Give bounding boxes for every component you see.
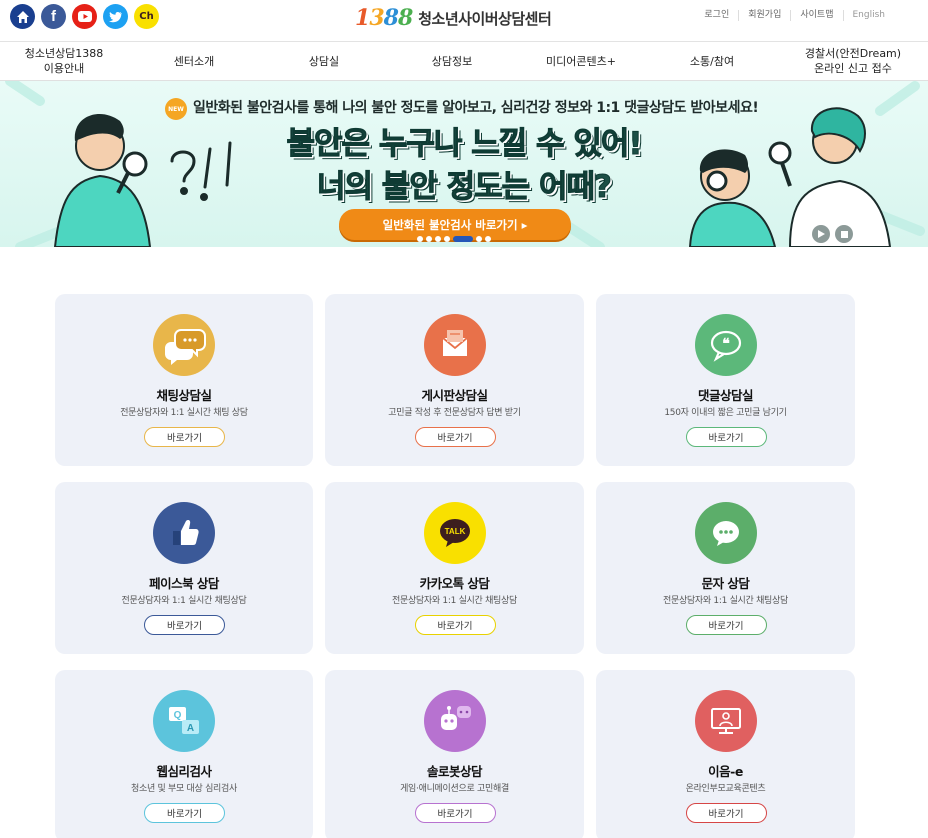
slide-indicator [417, 236, 491, 242]
nav-item-police-report[interactable]: 경찰서(안전Dream) 온라인 신고 접수 [778, 42, 928, 80]
card-description: 온라인부모교육콘텐츠 [685, 784, 766, 794]
card-sms-counseling: 문자 상담 전문상담자와 1:1 실시간 채팅상담 바로가기 [596, 482, 855, 654]
main-banner[interactable]: NEW 일반화된 불안검사를 통해 나의 불안 정도를 알아보고, 심리건강 정… [0, 81, 928, 247]
web-psych-test-button[interactable]: 바로가기 [144, 803, 225, 823]
slide-dot[interactable] [435, 236, 441, 242]
nav-item-about[interactable]: 센터소개 [128, 42, 260, 80]
card-chat-counseling: 채팅상담실 전문상담자와 1:1 실시간 채팅 상담 바로가기 [55, 294, 313, 466]
ieum-e-button[interactable]: 바로가기 [685, 803, 767, 823]
slide-dot[interactable] [476, 236, 482, 242]
card-title: 댓글상담실 [697, 388, 754, 403]
slide-dot-active[interactable] [453, 236, 473, 242]
nav-item-guide[interactable]: 청소년상담1388 이용안내 [0, 42, 128, 80]
qa-bubble-icon: Q A [153, 690, 215, 752]
sitemap-link[interactable]: 사이트맵 [791, 10, 844, 21]
robot-icon [423, 690, 486, 752]
svg-text:TALK: TALK [444, 527, 465, 536]
youtube-icon[interactable] [72, 4, 97, 29]
card-web-psych-test: Q A 웹심리검사 청소년 및 부모 대상 심리검사 바로가기 [55, 670, 313, 838]
social-links: f Ch [10, 4, 159, 29]
logo-1388: 1388 [355, 5, 413, 31]
card-solobot-counseling: 솔로봇상담 게임·애니메이션으로 고민해결 바로가기 [325, 670, 584, 838]
card-description: 청소년 및 부모 대상 심리검사 [130, 784, 237, 794]
solobot-counseling-button[interactable]: 바로가기 [414, 803, 496, 823]
card-description: 전문상담자와 1:1 실시간 채팅상담 [391, 596, 517, 606]
banner-subtitle: 일반화된 불안검사를 통해 나의 불안 정도를 알아보고, 심리건강 정보와 1… [193, 100, 759, 116]
slide-dot[interactable] [444, 236, 450, 242]
top-bar: f Ch 1388 청소년사이버상담센터 로그인 회원가입 사이트맵 Engli… [0, 0, 928, 42]
slide-dot[interactable] [485, 236, 491, 242]
nav-item-community[interactable]: 소통/참여 [646, 42, 778, 80]
envelope-icon [423, 314, 486, 376]
kakao-channel-icon[interactable]: Ch [134, 4, 159, 29]
kakao-talk-icon: TALK [423, 502, 486, 564]
nav-item-info[interactable]: 상담정보 [388, 42, 516, 80]
main-nav: 청소년상담1388 이용안내 센터소개 상담실 상담정보 미디어콘텐츠+ 소통/… [0, 42, 928, 81]
slide-dot[interactable] [417, 236, 423, 242]
quote-bubble-icon: ❝ [694, 314, 757, 376]
banner-headline-1: 불안은 누구나 느낄 수 있어! [286, 126, 643, 163]
svg-text:❝: ❝ [722, 336, 730, 352]
card-description: 전문상담자와 1:1 실시간 채팅 상담 [120, 408, 248, 418]
card-description: 전문상담자와 1:1 실시간 채팅상담 [662, 596, 788, 606]
card-title: 카카오톡 상담 [419, 576, 490, 591]
site-name: 청소년사이버상담센터 [418, 9, 552, 28]
site-logo[interactable]: 1388 청소년사이버상담센터 [355, 3, 552, 33]
card-board-counseling: 게시판상담실 고민글 작성 후 전문상담자 답변 받기 바로가기 [325, 294, 584, 466]
card-description: 게임·애니메이션으로 고민해결 [400, 784, 509, 794]
stop-icon[interactable] [835, 225, 853, 243]
utility-links: 로그인 회원가입 사이트맵 English [695, 10, 894, 21]
slide-dot[interactable] [426, 236, 432, 242]
facebook-icon[interactable]: f [41, 4, 66, 29]
thumbs-up-icon [153, 502, 215, 564]
new-badge: NEW [165, 98, 187, 120]
nav-item-media[interactable]: 미디어콘텐츠+ [516, 42, 646, 80]
service-grid: 채팅상담실 전문상담자와 1:1 실시간 채팅 상담 바로가기 게시판상담실 고… [55, 294, 855, 838]
banner-headline-2: 너의 불안 정도는 어때? [316, 169, 612, 206]
home-icon[interactable] [10, 4, 35, 29]
kakaotalk-counseling-button[interactable]: 바로가기 [414, 615, 496, 635]
card-title: 페이스북 상담 [149, 576, 219, 591]
sms-counseling-button[interactable]: 바로가기 [685, 615, 767, 635]
card-facebook-counseling: 페이스북 상담 전문상담자와 1:1 실시간 채팅상담 바로가기 [55, 482, 313, 654]
svg-text:A: A [187, 723, 194, 734]
comment-counseling-button[interactable]: 바로가기 [685, 427, 767, 447]
chat-counseling-button[interactable]: 바로가기 [144, 427, 225, 447]
card-comment-counseling: ❝ 댓글상담실 150자 이내의 짧은 고민글 남기기 바로가기 [596, 294, 855, 466]
card-kakaotalk-counseling: TALK 카카오톡 상담 전문상담자와 1:1 실시간 채팅상담 바로가기 [325, 482, 584, 654]
card-title: 채팅상담실 [156, 388, 212, 403]
card-title: 솔로봇상담 [426, 764, 483, 779]
monitor-person-icon [694, 690, 757, 752]
card-title: 웹심리검사 [156, 764, 212, 779]
nav-item-counseling[interactable]: 상담실 [260, 42, 388, 80]
card-ieum-e: 이음-e 온라인부모교육콘텐츠 바로가기 [596, 670, 855, 838]
message-icon [694, 502, 757, 564]
svg-text:Q: Q [174, 710, 182, 721]
facebook-counseling-button[interactable]: 바로가기 [144, 615, 225, 635]
card-title: 게시판상담실 [421, 388, 488, 403]
play-icon[interactable] [812, 225, 830, 243]
english-link[interactable]: English [844, 10, 895, 21]
card-description: 전문상담자와 1:1 실시간 채팅상담 [121, 596, 247, 606]
card-title: 문자 상담 [701, 576, 750, 591]
chat-bubble-icon [153, 314, 215, 376]
twitter-icon[interactable] [103, 4, 128, 29]
card-description: 150자 이내의 짧은 고민글 남기기 [664, 408, 787, 418]
card-title: 이음-e [708, 764, 743, 779]
card-description: 고민글 작성 후 전문상담자 답변 받기 [388, 408, 521, 418]
board-counseling-button[interactable]: 바로가기 [414, 427, 496, 447]
login-link[interactable]: 로그인 [695, 10, 740, 21]
signup-link[interactable]: 회원가입 [739, 10, 792, 21]
